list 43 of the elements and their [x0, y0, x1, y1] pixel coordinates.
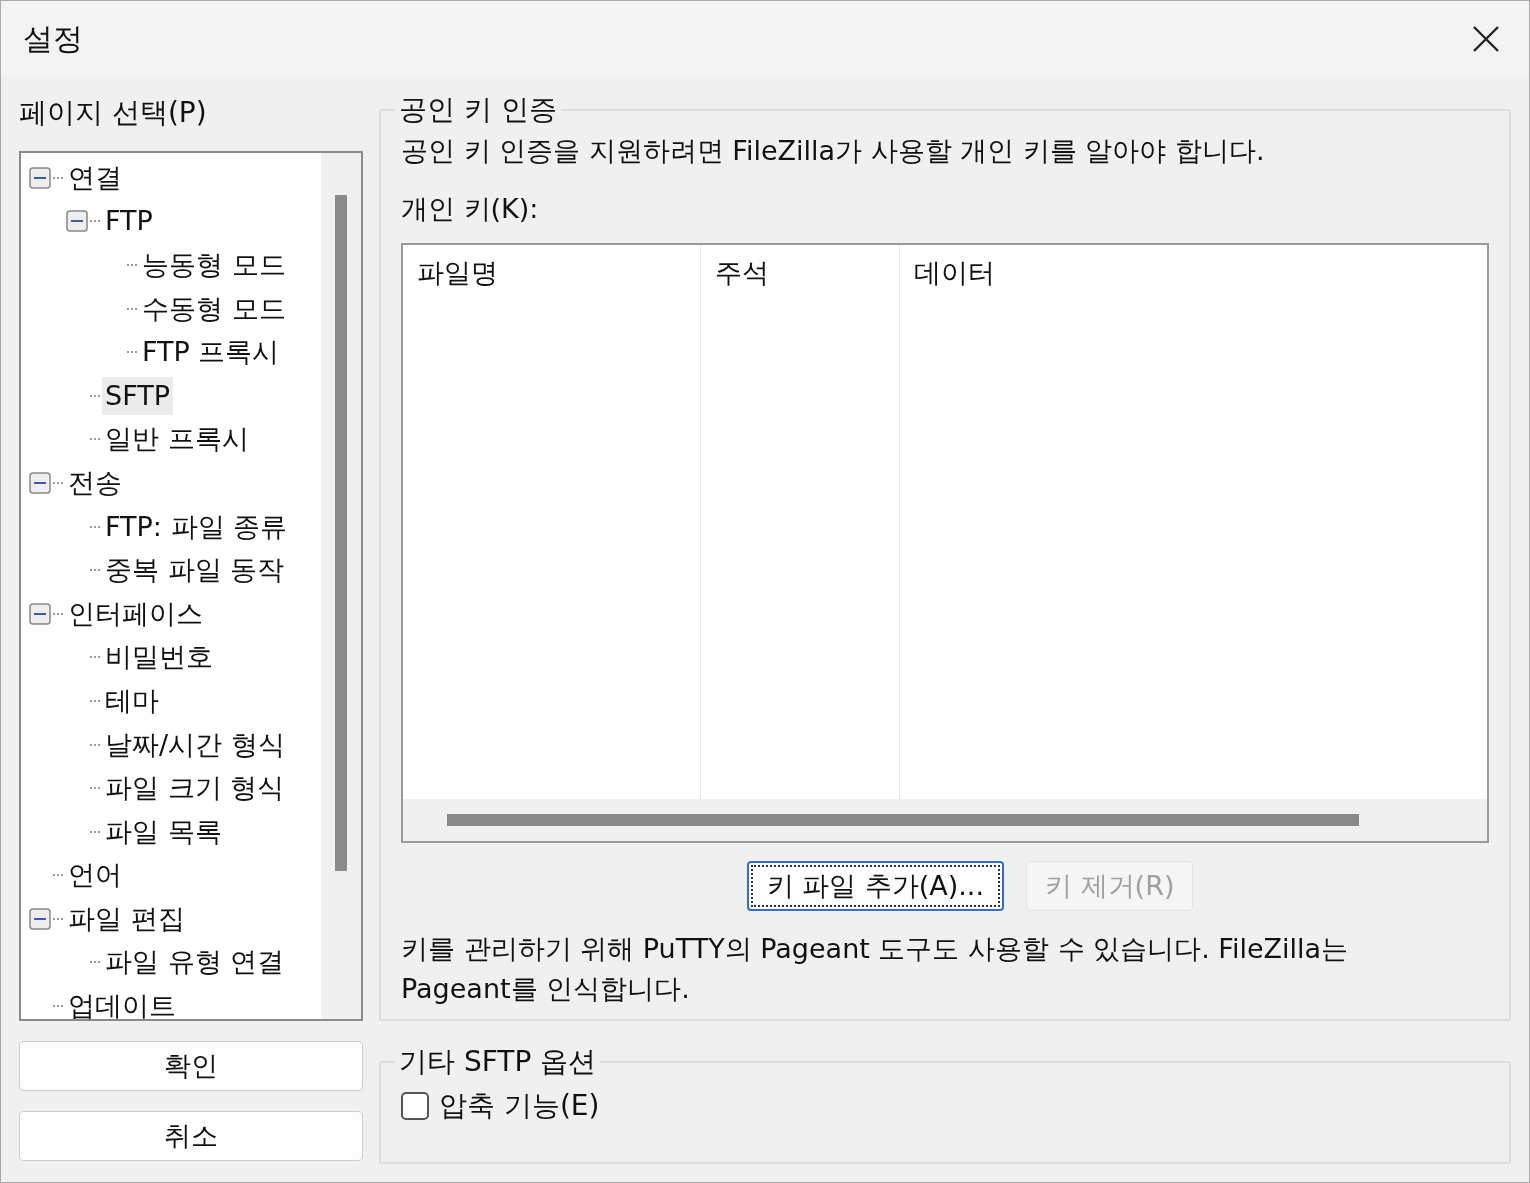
tree-item[interactable]: 능동형 모드 [139, 246, 289, 284]
cancel-button[interactable]: 취소 [19, 1111, 363, 1161]
pageant-note: 키를 관리하기 위해 PuTTY의 Pageant 도구도 사용할 수 있습니다. FileZilla는 Pageant를 인식합니다. [401, 932, 1350, 1006]
tree-item[interactable]: 파일 편집 [65, 899, 188, 938]
tree-item[interactable]: 언어 [65, 856, 125, 895]
collapse-icon[interactable] [29, 907, 51, 930]
tree-item[interactable]: 파일 유형 연결 [102, 943, 288, 982]
private-keys-label: 개인 키(K): [401, 192, 540, 226]
tree-item[interactable]: FTP: 파일 종류 [102, 507, 291, 546]
checkbox-label[interactable]: 압축 기능(E) [439, 1087, 600, 1125]
tree-item[interactable]: 중복 파일 동작 [102, 551, 288, 590]
tree-item[interactable]: 파일 크기 형식 [102, 769, 288, 808]
description-text: 공인 키 인증을 지원하려면 FileZilla가 사용할 개인 키를 알아야 합니다. [401, 134, 1266, 168]
close-icon[interactable] [1473, 26, 1499, 52]
collapse-icon[interactable] [29, 471, 51, 494]
column-header[interactable]: 주석 [715, 257, 769, 288]
collapse-icon[interactable] [29, 602, 51, 625]
ok-button[interactable]: 확인 [19, 1041, 363, 1091]
tree-item[interactable]: SFTP [102, 376, 173, 415]
column-header[interactable]: 데이터 [914, 257, 995, 288]
tree-item[interactable]: 날짜/시간 형식 [102, 725, 288, 764]
collapse-icon[interactable] [29, 166, 51, 189]
checkbox[interactable] [401, 1092, 429, 1120]
tree-item[interactable]: 파일 목록 [102, 812, 225, 851]
tree-item[interactable]: 일반 프록시 [102, 420, 252, 459]
tree-item[interactable]: FTP [102, 202, 156, 241]
collapse-icon[interactable] [66, 210, 88, 233]
page-select-label: 페이지 선택(P) [19, 95, 208, 131]
tree-item[interactable]: 연결 [65, 158, 125, 197]
column-header[interactable]: 파일명 [417, 257, 498, 288]
tree-item[interactable]: 수동형 모드 [139, 289, 289, 328]
group-title: 공인 키 인증 [398, 92, 558, 128]
tree-item[interactable]: 전송 [65, 463, 125, 502]
tree-item[interactable]: FTP 프록시 [139, 333, 283, 372]
scrollbar-thumb[interactable] [447, 814, 1359, 826]
tree-item[interactable]: 인터페이스 [65, 594, 206, 633]
scrollbar-thumb[interactable] [335, 195, 347, 871]
tree-item[interactable]: 비밀번호 [102, 638, 216, 677]
group-title: 기타 SFTP 옵션 [398, 1044, 598, 1080]
add-key-file-button[interactable]: 키 파일 추가(A)... [746, 861, 1004, 911]
tree-item[interactable]: 테마 [102, 681, 162, 720]
tree-item[interactable]: 업데이트 [65, 987, 179, 1019]
window-title: 설정 [23, 19, 83, 58]
